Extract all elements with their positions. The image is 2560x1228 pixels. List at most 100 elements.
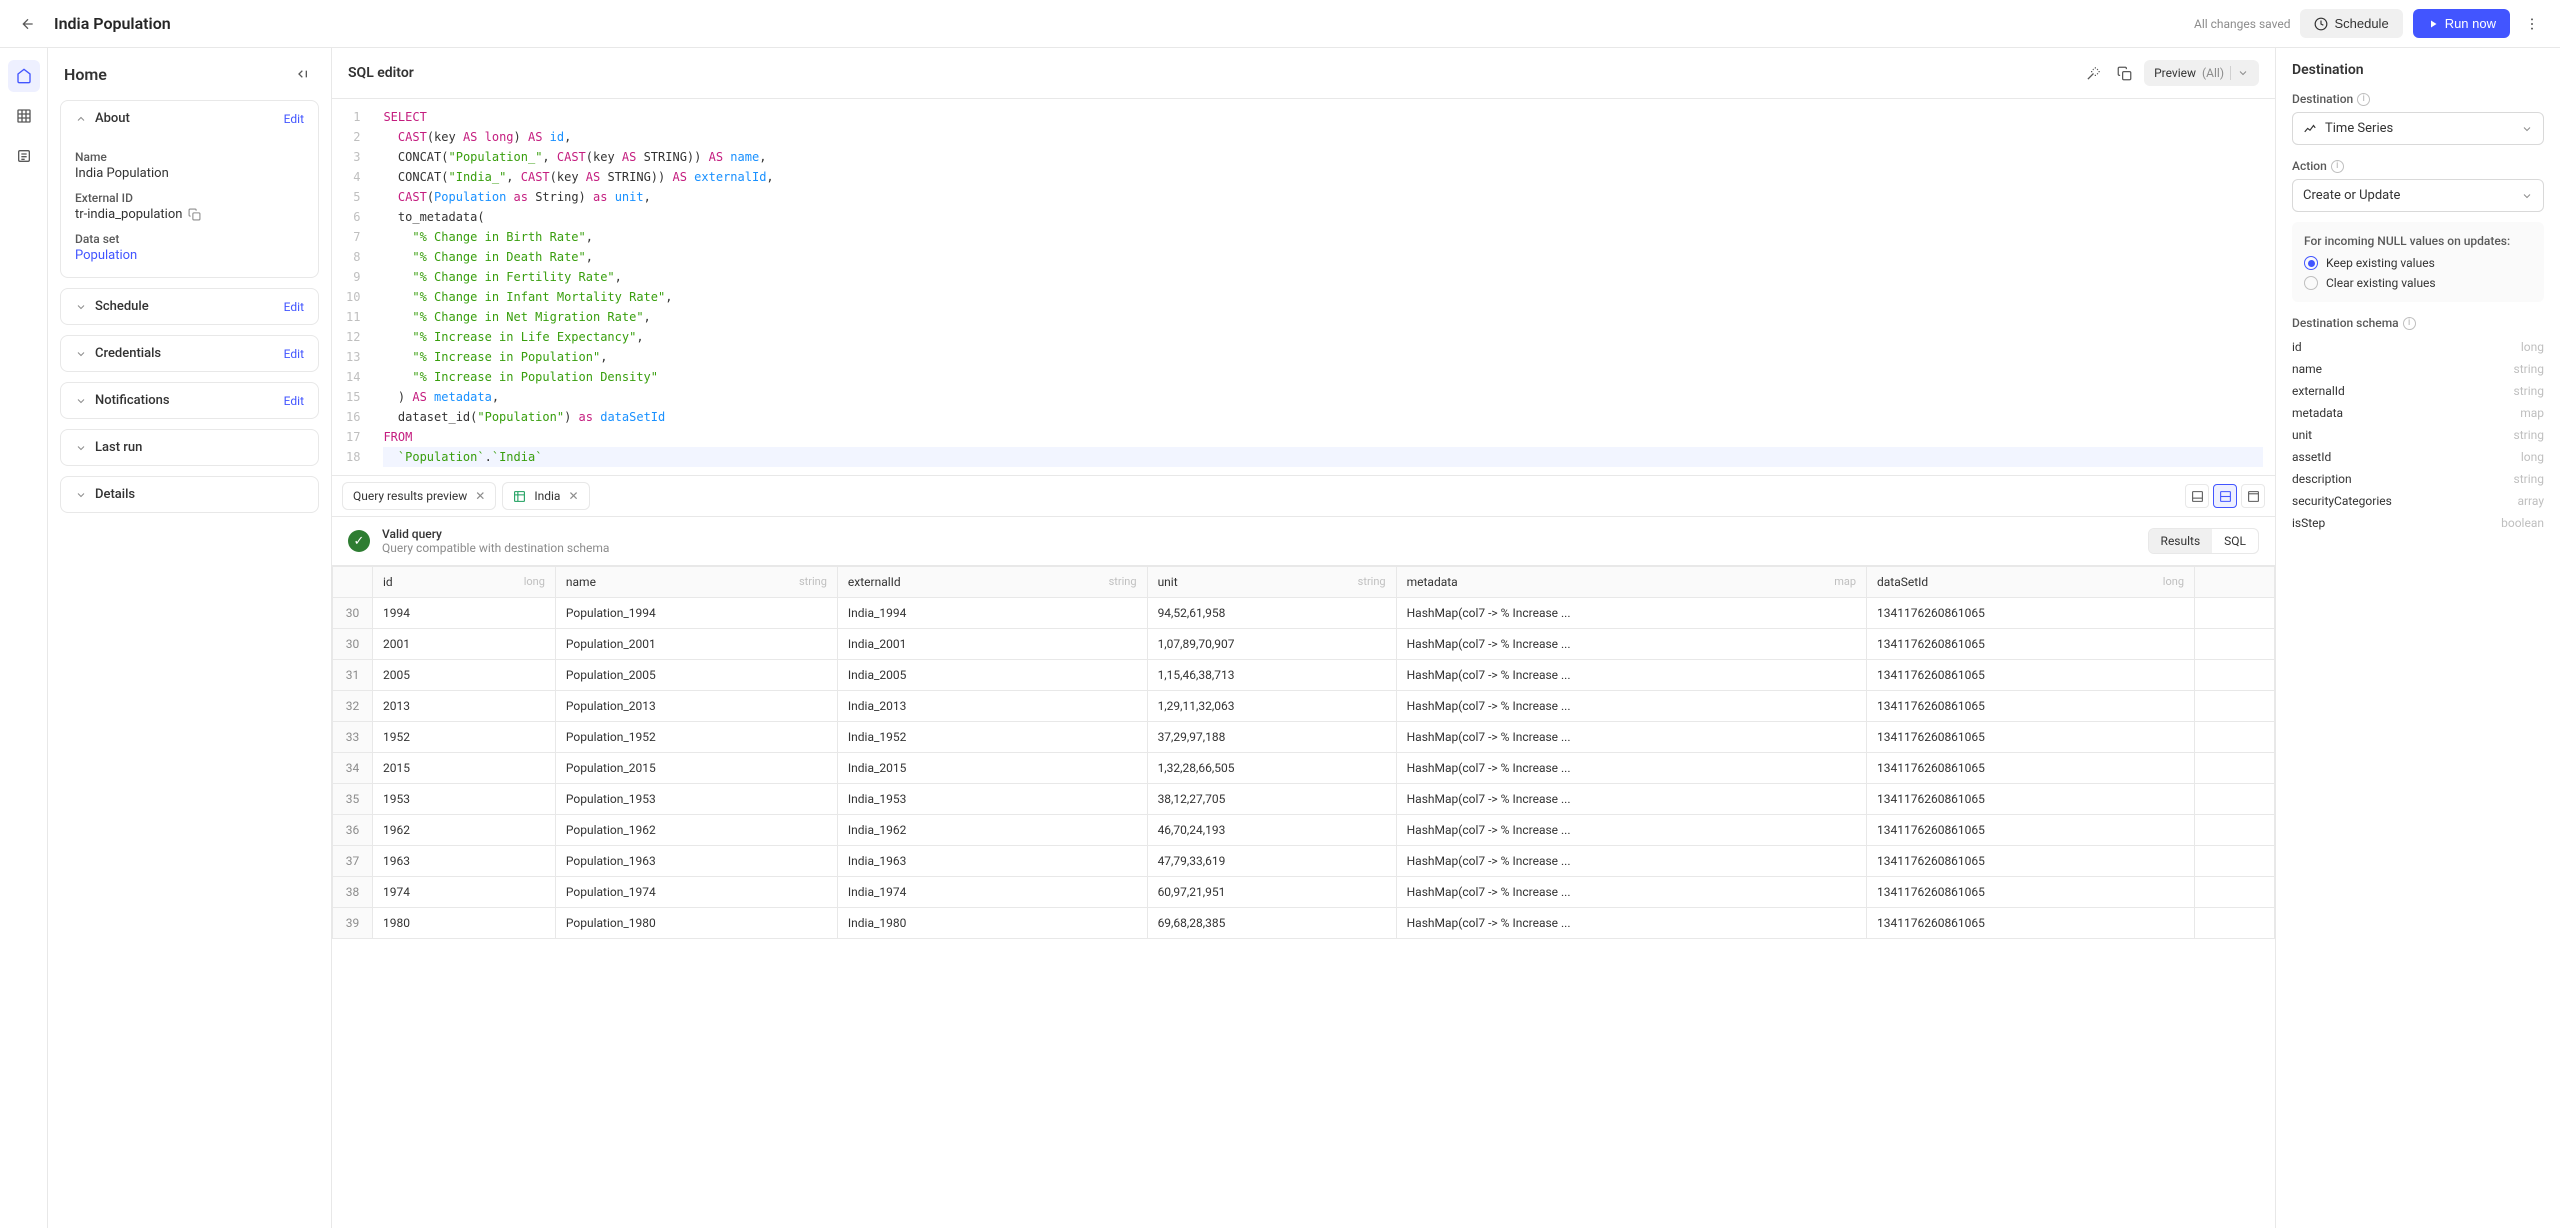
run-now-label: Run now: [2445, 16, 2496, 31]
format-button[interactable]: [2082, 62, 2105, 85]
rail-history-button[interactable]: [8, 140, 40, 172]
table-row[interactable]: 301994Population_1994India_199494,52,61,…: [333, 598, 2275, 629]
cell: HashMap(col7 -> % Increase ...: [1396, 753, 1866, 784]
column-header[interactable]: dataSetIdlong: [1867, 567, 2195, 598]
chevron-down-icon: [75, 301, 87, 313]
cell: HashMap(col7 -> % Increase ...: [1396, 784, 1866, 815]
cell: Population_2001: [555, 629, 837, 660]
cell: HashMap(col7 -> % Increase ...: [1396, 691, 1866, 722]
credentials-header[interactable]: Credentials Edit: [61, 336, 318, 371]
tab-india[interactable]: India ✕: [502, 482, 589, 510]
table-row[interactable]: 322013Population_2013India_20131,29,11,3…: [333, 691, 2275, 722]
copy-icon[interactable]: [188, 208, 201, 221]
layout-full-button[interactable]: [2241, 484, 2265, 508]
action-select[interactable]: Create or Update: [2292, 179, 2544, 212]
clock-icon: [2314, 17, 2328, 31]
view-sql-button[interactable]: SQL: [2212, 529, 2258, 553]
cell: 37,29,97,188: [1147, 722, 1396, 753]
schema-row: isStepboolean: [2292, 512, 2544, 534]
lastrun-title: Last run: [95, 440, 142, 455]
details-header[interactable]: Details: [61, 477, 318, 512]
tab-query-results[interactable]: Query results preview ✕: [342, 482, 496, 510]
radio-keep-label: Keep existing values: [2326, 256, 2435, 270]
chevron-up-icon: [75, 113, 87, 125]
cell: HashMap(col7 -> % Increase ...: [1396, 598, 1866, 629]
radio-keep[interactable]: Keep existing values: [2304, 256, 2532, 270]
more-menu-button[interactable]: [2520, 12, 2544, 36]
notifications-edit[interactable]: Edit: [284, 394, 304, 408]
cell: India_1994: [837, 598, 1147, 629]
chevron-down-icon: [75, 442, 87, 454]
table-row[interactable]: 371963Population_1963India_196347,79,33,…: [333, 846, 2275, 877]
cell: 1994: [373, 598, 556, 629]
cell: 1974: [373, 877, 556, 908]
cell: HashMap(col7 -> % Increase ...: [1396, 815, 1866, 846]
extid-value: tr-india_population: [75, 207, 182, 222]
table-row[interactable]: 351953Population_1953India_195338,12,27,…: [333, 784, 2275, 815]
cell: 38,12,27,705: [1147, 784, 1396, 815]
preview-button[interactable]: Preview (All): [2144, 60, 2259, 86]
topbar: India Population All changes saved Sched…: [0, 0, 2560, 48]
radio-clear[interactable]: Clear existing values: [2304, 276, 2532, 290]
lastrun-header[interactable]: Last run: [61, 430, 318, 465]
credentials-edit[interactable]: Edit: [284, 347, 304, 361]
extid-label: External ID: [75, 191, 304, 205]
cell: HashMap(col7 -> % Increase ...: [1396, 629, 1866, 660]
close-icon[interactable]: ✕: [475, 489, 485, 503]
chevron-down-icon: [2521, 123, 2533, 135]
column-header[interactable]: externalIdstring: [837, 567, 1147, 598]
info-icon[interactable]: i: [2403, 317, 2416, 330]
schedule-header[interactable]: Schedule Edit: [61, 289, 318, 324]
cell: 1980: [373, 908, 556, 939]
arrow-left-icon: [20, 16, 36, 32]
table-row[interactable]: 391980Population_1980India_198069,68,28,…: [333, 908, 2275, 939]
view-toggle: Results SQL: [2148, 528, 2259, 554]
sidebar: Home About Edit Name: [48, 48, 332, 1228]
column-header[interactable]: metadatamap: [1396, 567, 1866, 598]
credentials-title: Credentials: [95, 346, 161, 361]
rail-table-button[interactable]: [8, 100, 40, 132]
view-results-button[interactable]: Results: [2149, 529, 2213, 553]
column-header[interactable]: unitstring: [1147, 567, 1396, 598]
schema-row: descriptionstring: [2292, 468, 2544, 490]
column-header[interactable]: idlong: [373, 567, 556, 598]
name-label: Name: [75, 150, 304, 164]
cell: 1341176260861065: [1867, 846, 2195, 877]
table-row[interactable]: 302001Population_2001India_20011,07,89,7…: [333, 629, 2275, 660]
cell: 1341176260861065: [1867, 908, 2195, 939]
table-row[interactable]: 361962Population_1962India_196246,70,24,…: [333, 815, 2275, 846]
run-now-button[interactable]: Run now: [2413, 9, 2510, 38]
null-handling-box: For incoming NULL values on updates: Kee…: [2292, 222, 2544, 302]
schedule-card: Schedule Edit: [60, 288, 319, 325]
play-icon: [2427, 18, 2439, 30]
close-icon[interactable]: ✕: [568, 489, 578, 503]
schema-label: Destination schema: [2292, 316, 2399, 330]
destination-heading: Destination: [2292, 62, 2544, 78]
table-row[interactable]: 331952Population_1952India_195237,29,97,…: [333, 722, 2275, 753]
rail-home-button[interactable]: [8, 60, 40, 92]
schedule-edit[interactable]: Edit: [284, 300, 304, 314]
layout-split-button[interactable]: [2213, 484, 2237, 508]
back-button[interactable]: [16, 12, 40, 36]
cell: India_2005: [837, 660, 1147, 691]
schedule-button[interactable]: Schedule: [2300, 9, 2402, 38]
notifications-header[interactable]: Notifications Edit: [61, 383, 318, 418]
about-edit[interactable]: Edit: [284, 112, 304, 126]
destination-select[interactable]: Time Series: [2292, 112, 2544, 145]
collapse-sidebar-button[interactable]: [291, 62, 315, 86]
info-icon[interactable]: i: [2331, 160, 2344, 173]
dataset-link[interactable]: Population: [75, 248, 137, 263]
table-row[interactable]: 381974Population_1974India_197460,97,21,…: [333, 877, 2275, 908]
copy-sql-button[interactable]: [2113, 62, 2136, 85]
panel-bottom-icon: [2191, 490, 2204, 503]
info-icon[interactable]: i: [2357, 93, 2370, 106]
sql-editor[interactable]: 123456789101112131415161718 SELECT CAST(…: [332, 99, 2275, 475]
schema-row: metadatamap: [2292, 402, 2544, 424]
about-header[interactable]: About Edit: [61, 101, 318, 136]
details-card: Details: [60, 476, 319, 513]
layout-bottom-button[interactable]: [2185, 484, 2209, 508]
table-row[interactable]: 312005Population_2005India_20051,15,46,3…: [333, 660, 2275, 691]
table-row[interactable]: 342015Population_2015India_20151,32,28,6…: [333, 753, 2275, 784]
column-header[interactable]: namestring: [555, 567, 837, 598]
radio-icon: [2304, 256, 2318, 270]
